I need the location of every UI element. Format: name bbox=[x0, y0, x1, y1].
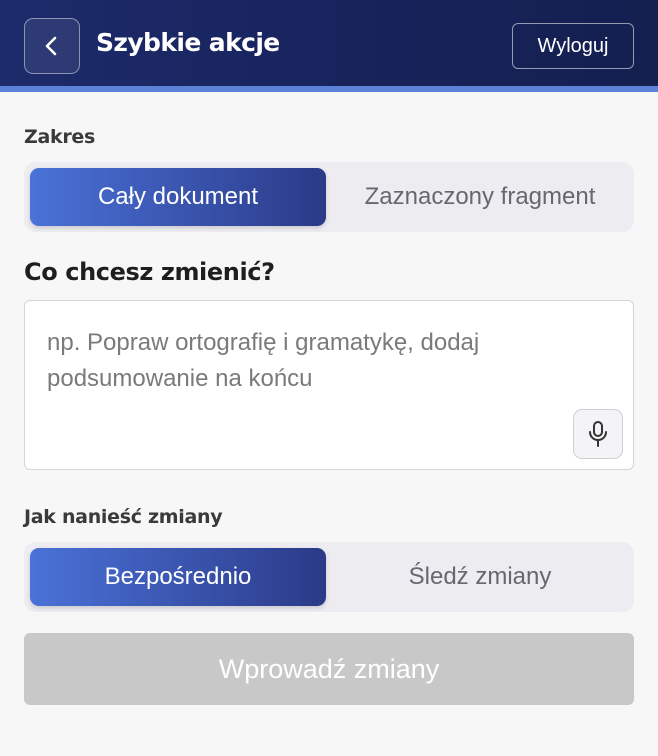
microphone-icon bbox=[589, 421, 607, 447]
chevron-left-icon bbox=[45, 36, 57, 56]
voice-input-button[interactable] bbox=[573, 409, 623, 459]
app-header: Szybkie akcje Wyloguj bbox=[0, 0, 658, 86]
apply-mode-selector: Bezpośrednio Śledź zmiany bbox=[24, 542, 634, 612]
apply-mode-option-direct[interactable]: Bezpośrednio bbox=[30, 548, 326, 606]
prompt-input[interactable]: np. Popraw ortografię i gramatykę, dodaj… bbox=[24, 300, 634, 470]
prompt-placeholder: np. Popraw ortografię i gramatykę, dodaj… bbox=[47, 329, 480, 392]
page-title: Szybkie akcje bbox=[96, 28, 280, 57]
scope-label: Zakres bbox=[24, 126, 95, 148]
logout-button[interactable]: Wyloguj bbox=[512, 23, 634, 69]
apply-mode-option-track-changes[interactable]: Śledź zmiany bbox=[332, 548, 628, 606]
scope-selector: Cały dokument Zaznaczony fragment bbox=[24, 162, 634, 232]
scope-option-whole-document[interactable]: Cały dokument bbox=[30, 168, 326, 226]
prompt-question: Co chcesz zmienić? bbox=[24, 258, 275, 286]
header-accent-strip bbox=[0, 86, 658, 92]
scope-option-selection[interactable]: Zaznaczony fragment bbox=[332, 168, 628, 226]
apply-changes-button[interactable]: Wprowadź zmiany bbox=[24, 633, 634, 705]
apply-mode-label: Jak nanieść zmiany bbox=[24, 506, 223, 528]
back-button[interactable] bbox=[24, 18, 80, 74]
